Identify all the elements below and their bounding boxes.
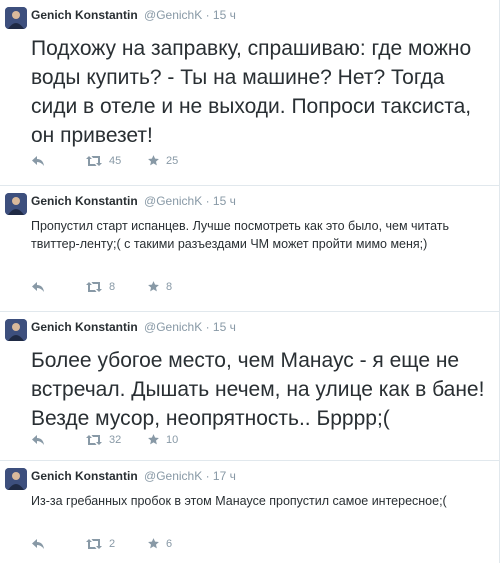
tweet-header: Genich Konstantin @GenichK · 15 ч (31, 8, 236, 22)
avatar[interactable] (5, 7, 27, 29)
author-name[interactable]: Genich Konstantin (31, 469, 138, 483)
retweet-icon (86, 434, 102, 445)
reply-button[interactable] (31, 434, 85, 446)
favorite-count: 25 (166, 154, 179, 167)
tweet-text: Подхожу на заправку, спрашиваю: где можн… (31, 37, 472, 147)
tweet-text: Из-за гребанных пробок в этом Манаусе пр… (31, 494, 447, 508)
tweet-time[interactable]: 15 ч (213, 320, 236, 334)
tweet-timeline: Genich Konstantin @GenichK · 15 ч Подхож… (0, 0, 500, 563)
tweet[interactable]: Genich Konstantin @GenichK · 15 ч Подхож… (0, 0, 499, 186)
reply-button[interactable] (31, 155, 85, 167)
avatar[interactable] (5, 319, 27, 341)
tweet[interactable]: Genich Konstantin @GenichK · 15 ч Более … (0, 312, 499, 461)
author-name[interactable]: Genich Konstantin (31, 194, 138, 208)
author-handle[interactable]: @GenichK (144, 469, 202, 483)
retweet-icon (86, 155, 102, 166)
avatar[interactable] (5, 468, 27, 490)
tweet[interactable]: Genich Konstantin @GenichK · 17 ч Из-за … (0, 461, 499, 563)
favorite-button[interactable]: 6 (147, 537, 172, 550)
tweet-time[interactable]: 15 ч (213, 194, 236, 208)
star-icon (148, 155, 159, 166)
author-name[interactable]: Genich Konstantin (31, 320, 138, 334)
separator: · (205, 320, 210, 334)
separator: · (205, 469, 210, 483)
tweet-text: Пропустил старт испанцев. Лучше посмотре… (31, 219, 450, 251)
favorite-count: 8 (166, 280, 173, 293)
retweet-button[interactable]: 32 (85, 434, 147, 446)
author-handle[interactable]: @GenichK (144, 194, 202, 208)
author-handle[interactable]: @GenichK (144, 320, 202, 334)
avatar[interactable] (5, 193, 27, 215)
author-handle[interactable]: @GenichK (144, 8, 202, 22)
retweet-count: 45 (109, 154, 122, 167)
retweet-button[interactable]: 2 (85, 538, 147, 550)
retweet-count: 8 (109, 280, 116, 293)
tweet-header: Genich Konstantin @GenichK · 17 ч (31, 469, 236, 483)
favorite-count: 6 (166, 537, 173, 550)
tweet-header: Genich Konstantin @GenichK · 15 ч (31, 320, 236, 334)
retweet-count: 2 (109, 537, 116, 550)
reply-icon (32, 155, 44, 166)
tweet-time[interactable]: 17 ч (213, 469, 236, 483)
author-name[interactable]: Genich Konstantin (31, 8, 138, 22)
tweet-header: Genich Konstantin @GenichK · 15 ч (31, 194, 236, 208)
tweet-actions: 45 25 (31, 154, 178, 167)
tweet-actions: 32 10 (31, 433, 178, 446)
favorite-button[interactable]: 8 (147, 280, 172, 293)
favorite-button[interactable]: 25 (147, 154, 178, 167)
separator: · (205, 8, 210, 22)
favorite-count: 10 (166, 433, 179, 446)
reply-icon (32, 434, 44, 445)
star-icon (148, 281, 159, 292)
retweet-icon (86, 538, 102, 549)
tweet-actions: 8 8 (31, 280, 172, 293)
tweet[interactable]: Genich Konstantin @GenichK · 15 ч Пропус… (0, 186, 499, 312)
retweet-icon (86, 281, 102, 292)
tweet-text: Более убогое место, чем Манаус - я еще н… (31, 349, 485, 430)
tweet-actions: 2 6 (31, 537, 172, 550)
retweet-button[interactable]: 8 (85, 281, 147, 293)
tweet-time[interactable]: 15 ч (213, 8, 236, 22)
reply-button[interactable] (31, 281, 85, 293)
star-icon (148, 434, 159, 445)
reply-icon (32, 538, 44, 549)
retweet-button[interactable]: 45 (85, 155, 147, 167)
separator: · (205, 194, 210, 208)
retweet-count: 32 (109, 433, 122, 446)
reply-button[interactable] (31, 538, 85, 550)
favorite-button[interactable]: 10 (147, 433, 178, 446)
star-icon (148, 538, 159, 549)
reply-icon (32, 281, 44, 292)
